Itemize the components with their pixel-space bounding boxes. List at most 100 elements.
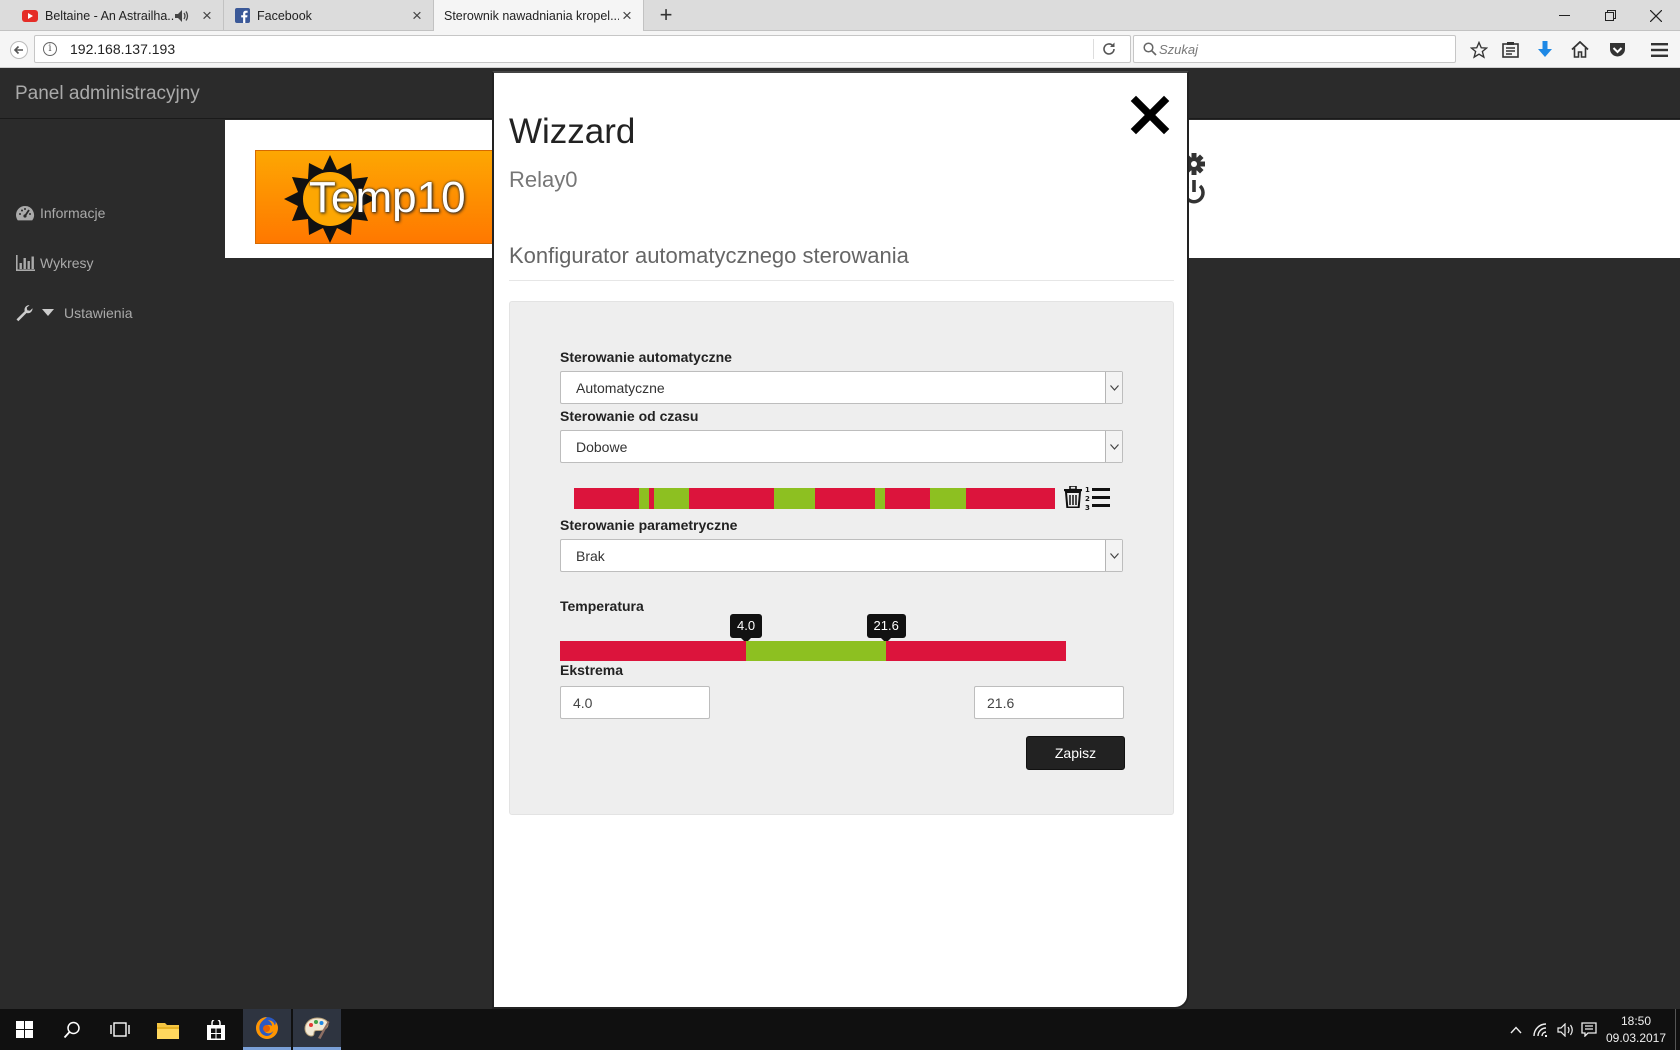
reading-list-icon[interactable] [1498,31,1522,68]
save-button[interactable]: Zapisz [1026,736,1125,770]
file-explorer-icon[interactable] [144,1009,192,1050]
param-control-select[interactable]: Brak [560,539,1123,572]
firefox-icon[interactable] [243,1009,291,1050]
sidebar-item-label: Informacje [40,205,106,221]
hamburger-menu-icon[interactable] [1647,31,1671,68]
select-value: Dobowe [576,439,628,455]
tab-facebook[interactable]: Facebook × [224,0,434,31]
chevron-down-icon[interactable] [1105,372,1122,403]
chevron-down-icon [42,309,54,317]
slider-selected-range[interactable] [746,641,886,661]
download-icon[interactable] [1533,31,1557,68]
home-icon[interactable] [1568,31,1592,68]
speaker-icon[interactable] [175,9,189,22]
info-icon[interactable]: i [43,42,57,56]
tab-close-icon[interactable]: × [199,7,215,24]
wizard-modal: Wizzard Relay0 Konfigurator automatyczne… [492,71,1189,1009]
extrema-label: Ekstrema [560,662,624,678]
app-title[interactable]: Panel administracyjny [15,83,200,105]
extrema-min-input[interactable] [560,686,710,719]
config-panel: Sterowanie automatyczne Automatyczne Ste… [509,301,1174,815]
close-icon[interactable] [1130,95,1170,135]
select-value: Brak [576,548,605,564]
network-icon[interactable] [1530,1009,1554,1050]
schedule-active-segment[interactable] [875,488,885,509]
section-title: Konfigurator automatycznego sterowania [509,243,909,268]
modal-title: Wizzard [509,112,636,151]
tab-youtube[interactable]: Beltaine - An Astrailha... × [0,0,224,31]
volume-icon[interactable] [1554,1009,1578,1050]
tab-title: Beltaine - An Astrailha... [45,8,175,23]
browser-nav-bar: i 192.168.137.193 [0,31,1680,68]
sidebar-item-label: Ustawienia [64,305,133,321]
bookmark-star-icon[interactable] [1467,31,1491,68]
sidebar-item-wykresy[interactable]: Wykresy [15,252,94,274]
tab-title: Sterownik nawadniania kropel... [444,9,619,23]
tab-close-icon[interactable]: × [619,7,635,24]
schedule-active-segment[interactable] [653,488,689,509]
schedule-active-segment[interactable] [930,488,966,509]
time-control-label: Sterowanie od czasu [560,408,699,424]
device-name: Temp10 [309,173,466,222]
youtube-icon [22,8,38,24]
search-icon [1143,42,1157,61]
pocket-icon[interactable] [1605,31,1629,68]
reload-icon[interactable] [1100,40,1118,58]
address-bar[interactable]: i 192.168.137.193 [34,35,1131,63]
slider-max-tooltip: 21.6 [866,614,906,643]
minimize-icon[interactable] [1541,0,1587,31]
time-schedule-bar[interactable] [574,488,1055,509]
sidebar-item-ustawienia[interactable]: Ustawienia [15,302,132,324]
tab-close-icon[interactable]: × [409,7,425,24]
clock-date: 09.03.2017 [1605,1031,1667,1045]
extrema-max-input[interactable] [974,686,1124,719]
clock-time: 18:50 [1620,1014,1652,1028]
chevron-down-icon[interactable] [1105,540,1122,571]
taskbar: 18:50 09.03.2017 [0,1009,1680,1050]
svg-text:3: 3 [1085,504,1090,511]
trash-icon[interactable] [1064,485,1082,513]
restore-icon[interactable] [1587,0,1633,31]
wrench-icon [15,304,35,322]
time-control-select[interactable]: Dobowe [560,430,1123,463]
schedule-marker-segment[interactable] [650,488,654,509]
chevron-up-icon[interactable] [1504,1009,1528,1050]
sidebar-item-informacje[interactable]: Informacje [15,202,105,224]
tab-sterownik[interactable]: Sterownik nawadniania kropel... × [434,0,644,32]
browser-tab-strip: Beltaine - An Astrailha... × Facebook × … [0,0,1680,32]
sidebar-item-label: Wykresy [40,255,94,271]
paint-icon[interactable] [293,1009,341,1050]
auto-control-label: Sterowanie automatyczne [560,349,732,365]
slider-min-tooltip: 4.0 [730,614,763,643]
facebook-icon [234,8,250,24]
dashboard-icon [15,204,35,222]
modal-subtitle: Relay0 [509,167,578,192]
url-text[interactable]: 192.168.137.193 [70,41,175,57]
window-close-icon[interactable] [1633,0,1679,31]
schedule-active-segment[interactable] [639,488,649,509]
ordered-list-icon[interactable]: 1 2 3 [1085,485,1111,516]
new-tab-button[interactable]: + [654,4,678,28]
search-icon[interactable] [48,1009,96,1050]
divider [509,280,1174,281]
temperature-label: Temperatura [560,598,644,614]
svg-text:2: 2 [1085,495,1090,503]
search-bar[interactable] [1133,35,1456,63]
divider [1093,39,1094,59]
param-control-label: Sterowanie parametryczne [560,517,738,533]
device-banner[interactable]: Temp10 [255,150,495,244]
schedule-active-segment[interactable] [774,488,815,509]
bar-chart-icon [15,254,35,272]
search-input[interactable] [1159,39,1449,59]
auto-control-select[interactable]: Automatyczne [560,371,1123,404]
tab-title: Facebook [257,8,312,23]
show-desktop-button[interactable] [1675,1009,1680,1050]
windows-start-icon[interactable] [0,1009,48,1050]
temperature-range-slider[interactable] [560,641,1066,661]
system-clock[interactable]: 18:50 09.03.2017 [1598,1013,1674,1047]
chevron-down-icon[interactable] [1105,431,1122,462]
task-view-icon[interactable] [96,1009,144,1050]
svg-text:1: 1 [1085,486,1090,494]
store-icon[interactable] [192,1009,240,1050]
back-arrow-icon[interactable] [6,31,32,68]
